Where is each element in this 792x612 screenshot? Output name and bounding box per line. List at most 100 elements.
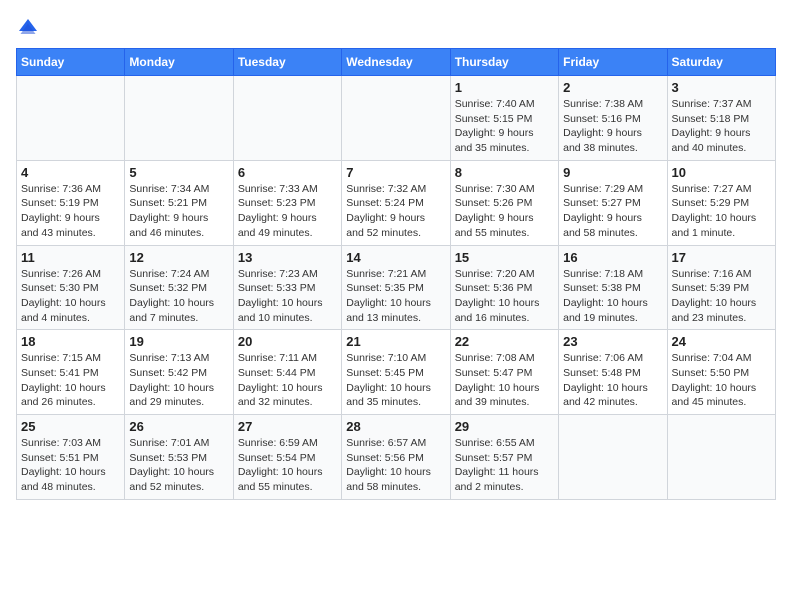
day-info: Sunrise: 7:08 AMSunset: 5:47 PMDaylight:… (455, 351, 554, 410)
calendar-cell: 8Sunrise: 7:30 AMSunset: 5:26 PMDaylight… (450, 160, 558, 245)
calendar-cell: 3Sunrise: 7:37 AMSunset: 5:18 PMDaylight… (667, 76, 775, 161)
calendar-cell: 15 Sunrise: 7:20 AMSunset: 5:36 PMDayligh… (450, 245, 558, 330)
day-number: 9 (563, 165, 662, 180)
weekday-header: Saturday (667, 49, 775, 76)
day-number: 17 (672, 250, 771, 265)
logo (16, 16, 44, 40)
weekday-row: SundayMondayTuesdayWednesdayThursdayFrid… (17, 49, 776, 76)
day-info: Sunrise: 7:01 AMSunset: 5:53 PMDaylight:… (129, 436, 228, 495)
calendar-week-row: 11Sunrise: 7:26 AMSunset: 5:30 PMDayligh… (17, 245, 776, 330)
logo-icon (16, 16, 40, 40)
day-number: 2 (563, 80, 662, 95)
day-number: 19 (129, 334, 228, 349)
day-info: Sunrise: 7:04 AMSunset: 5:50 PMDaylight:… (672, 351, 771, 410)
day-number: 10 (672, 165, 771, 180)
calendar-cell: 19 Sunrise: 7:13 AMSunset: 5:42 PMDayligh… (125, 330, 233, 415)
day-number: 12 (129, 250, 228, 265)
weekday-header: Friday (559, 49, 667, 76)
day-number: 29 (455, 419, 554, 434)
day-number: 18 (21, 334, 120, 349)
calendar-cell: 9 Sunrise: 7:29 AMSunset: 5:27 PMDaylight… (559, 160, 667, 245)
calendar-cell: 5Sunrise: 7:34 AMSunset: 5:21 PMDaylight… (125, 160, 233, 245)
day-info: Sunrise: 6:59 AMSunset: 5:54 PMDaylight:… (238, 436, 337, 495)
calendar-week-row: 25 Sunrise: 7:03 AMSunset: 5:51 PMDayligh… (17, 415, 776, 500)
day-info: Sunrise: 7:27 AMSunset: 5:29 PMDaylight:… (672, 182, 771, 241)
calendar-cell: 21 Sunrise: 7:10 AMSunset: 5:45 PMDayligh… (342, 330, 450, 415)
day-info: Sunrise: 7:26 AMSunset: 5:30 PMDaylight:… (21, 267, 120, 326)
calendar-cell (17, 76, 125, 161)
calendar-cell: 22 Sunrise: 7:08 AMSunset: 5:47 PMDayligh… (450, 330, 558, 415)
calendar-cell: 28 Sunrise: 6:57 AMSunset: 5:56 PMDayligh… (342, 415, 450, 500)
day-info: Sunrise: 7:34 AMSunset: 5:21 PMDaylight:… (129, 182, 228, 241)
day-info: Sunrise: 7:24 AMSunset: 5:32 PMDaylight:… (129, 267, 228, 326)
day-info: Sunrise: 7:38 AMSunset: 5:16 PMDaylight:… (563, 97, 662, 156)
calendar-cell: 1Sunrise: 7:40 AMSunset: 5:15 PMDaylight… (450, 76, 558, 161)
calendar-week-row: 4 Sunrise: 7:36 AMSunset: 5:19 PMDaylight… (17, 160, 776, 245)
calendar-cell: 17 Sunrise: 7:16 AMSunset: 5:39 PMDayligh… (667, 245, 775, 330)
day-number: 28 (346, 419, 445, 434)
day-number: 27 (238, 419, 337, 434)
day-info: Sunrise: 7:30 AMSunset: 5:26 PMDaylight:… (455, 182, 554, 241)
weekday-header: Sunday (17, 49, 125, 76)
day-info: Sunrise: 7:16 AMSunset: 5:39 PMDaylight:… (672, 267, 771, 326)
day-info: Sunrise: 7:23 AMSunset: 5:33 PMDaylight:… (238, 267, 337, 326)
calendar-cell (559, 415, 667, 500)
day-number: 13 (238, 250, 337, 265)
day-info: Sunrise: 7:32 AMSunset: 5:24 PMDaylight:… (346, 182, 445, 241)
calendar-cell: 2 Sunrise: 7:38 AMSunset: 5:16 PMDaylight… (559, 76, 667, 161)
day-number: 20 (238, 334, 337, 349)
day-info: Sunrise: 6:55 AMSunset: 5:57 PMDaylight:… (455, 436, 554, 495)
weekday-header: Thursday (450, 49, 558, 76)
calendar-cell: 10 Sunrise: 7:27 AMSunset: 5:29 PMDayligh… (667, 160, 775, 245)
day-number: 1 (455, 80, 554, 95)
day-number: 16 (563, 250, 662, 265)
calendar-cell: 27 Sunrise: 6:59 AMSunset: 5:54 PMDayligh… (233, 415, 341, 500)
calendar-cell: 14Sunrise: 7:21 AMSunset: 5:35 PMDayligh… (342, 245, 450, 330)
calendar-cell: 16 Sunrise: 7:18 AMSunset: 5:38 PMDayligh… (559, 245, 667, 330)
day-info: Sunrise: 7:18 AMSunset: 5:38 PMDaylight:… (563, 267, 662, 326)
day-number: 15 (455, 250, 554, 265)
calendar-table: SundayMondayTuesdayWednesdayThursdayFrid… (16, 48, 776, 500)
calendar-body: 1Sunrise: 7:40 AMSunset: 5:15 PMDaylight… (17, 76, 776, 500)
day-number: 4 (21, 165, 120, 180)
day-number: 21 (346, 334, 445, 349)
calendar-cell: 13 Sunrise: 7:23 AMSunset: 5:33 PMDayligh… (233, 245, 341, 330)
calendar-cell: 11Sunrise: 7:26 AMSunset: 5:30 PMDayligh… (17, 245, 125, 330)
calendar-cell: 24Sunrise: 7:04 AMSunset: 5:50 PMDayligh… (667, 330, 775, 415)
day-info: Sunrise: 7:20 AMSunset: 5:36 PMDaylight:… (455, 267, 554, 326)
weekday-header: Tuesday (233, 49, 341, 76)
day-info: Sunrise: 7:13 AMSunset: 5:42 PMDaylight:… (129, 351, 228, 410)
day-info: Sunrise: 7:21 AMSunset: 5:35 PMDaylight:… (346, 267, 445, 326)
day-number: 22 (455, 334, 554, 349)
calendar-cell: 6 Sunrise: 7:33 AMSunset: 5:23 PMDaylight… (233, 160, 341, 245)
calendar-cell: 18 Sunrise: 7:15 AMSunset: 5:41 PMDayligh… (17, 330, 125, 415)
calendar-week-row: 1Sunrise: 7:40 AMSunset: 5:15 PMDaylight… (17, 76, 776, 161)
day-number: 7 (346, 165, 445, 180)
calendar-week-row: 18 Sunrise: 7:15 AMSunset: 5:41 PMDayligh… (17, 330, 776, 415)
calendar-cell: 4 Sunrise: 7:36 AMSunset: 5:19 PMDaylight… (17, 160, 125, 245)
page-header (16, 16, 776, 40)
calendar-cell: 12 Sunrise: 7:24 AMSunset: 5:32 PMDayligh… (125, 245, 233, 330)
day-info: Sunrise: 6:57 AMSunset: 5:56 PMDaylight:… (346, 436, 445, 495)
calendar-cell: 7 Sunrise: 7:32 AMSunset: 5:24 PMDaylight… (342, 160, 450, 245)
day-info: Sunrise: 7:33 AMSunset: 5:23 PMDaylight:… (238, 182, 337, 241)
day-info: Sunrise: 7:15 AMSunset: 5:41 PMDaylight:… (21, 351, 120, 410)
calendar-cell: 29 Sunrise: 6:55 AMSunset: 5:57 PMDayligh… (450, 415, 558, 500)
calendar-cell: 20Sunrise: 7:11 AMSunset: 5:44 PMDayligh… (233, 330, 341, 415)
day-info: Sunrise: 7:10 AMSunset: 5:45 PMDaylight:… (346, 351, 445, 410)
calendar-cell: 26 Sunrise: 7:01 AMSunset: 5:53 PMDayligh… (125, 415, 233, 500)
calendar-cell (342, 76, 450, 161)
day-info: Sunrise: 7:36 AMSunset: 5:19 PMDaylight:… (21, 182, 120, 241)
day-info: Sunrise: 7:29 AMSunset: 5:27 PMDaylight:… (563, 182, 662, 241)
day-info: Sunrise: 7:03 AMSunset: 5:51 PMDaylight:… (21, 436, 120, 495)
day-number: 6 (238, 165, 337, 180)
calendar-header: SundayMondayTuesdayWednesdayThursdayFrid… (17, 49, 776, 76)
weekday-header: Monday (125, 49, 233, 76)
day-number: 25 (21, 419, 120, 434)
day-number: 23 (563, 334, 662, 349)
calendar-cell: 25 Sunrise: 7:03 AMSunset: 5:51 PMDayligh… (17, 415, 125, 500)
day-number: 26 (129, 419, 228, 434)
weekday-header: Wednesday (342, 49, 450, 76)
day-number: 3 (672, 80, 771, 95)
calendar-cell: 23Sunrise: 7:06 AMSunset: 5:48 PMDayligh… (559, 330, 667, 415)
